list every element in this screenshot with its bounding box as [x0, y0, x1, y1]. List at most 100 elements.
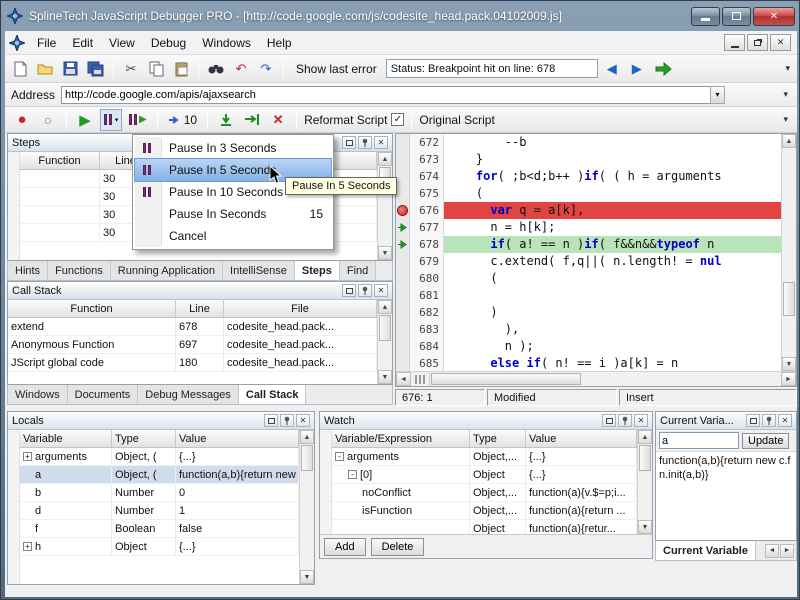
panel-close-button[interactable]: ✕: [634, 414, 648, 427]
panel-close-button[interactable]: ✕: [374, 284, 388, 297]
tab-current-variable[interactable]: Current Variable: [656, 541, 756, 560]
maximize-button[interactable]: [722, 7, 751, 26]
scroll-down-button[interactable]: ▼: [378, 370, 392, 384]
splitter-grip[interactable]: [411, 372, 430, 386]
clear-breakpoint-button[interactable]: ○: [37, 109, 59, 131]
tab-hints[interactable]: Hints: [8, 261, 48, 280]
steps-col-function[interactable]: Function: [20, 152, 100, 169]
code-line[interactable]: 683 ),: [396, 321, 781, 338]
breakpoint-button[interactable]: ●: [11, 109, 33, 131]
go-button[interactable]: [651, 58, 675, 80]
code-line[interactable]: 681: [396, 287, 781, 304]
menu-windows[interactable]: Windows: [194, 33, 259, 53]
panel-pin-button[interactable]: [358, 136, 372, 149]
toolbar-overflow-chevron[interactable]: ▾: [782, 63, 793, 74]
menu-debug[interactable]: Debug: [143, 33, 194, 53]
panel-pin-button[interactable]: [618, 414, 632, 427]
code-line[interactable]: 682 ): [396, 304, 781, 321]
panel-float-button[interactable]: [602, 414, 616, 427]
scroll-down-button[interactable]: ▼: [638, 520, 652, 534]
pause-dropdown-button[interactable]: ▾: [100, 109, 122, 131]
scroll-up-button[interactable]: ▲: [300, 430, 314, 444]
tab-documents[interactable]: Documents: [68, 385, 139, 404]
scrollbar-thumb[interactable]: [639, 445, 651, 471]
code-line-breakpoint[interactable]: 676 var q = a[k],: [396, 202, 781, 219]
scrollbar-thumb[interactable]: [379, 315, 391, 341]
open-file-button[interactable]: [34, 58, 56, 80]
show-last-error-button[interactable]: Show last error: [290, 62, 383, 76]
mdi-close-button[interactable]: ✕: [770, 34, 791, 51]
undo-button[interactable]: ↶: [230, 58, 252, 80]
tab-call-stack[interactable]: Call Stack: [239, 385, 307, 404]
run-button[interactable]: ▶: [74, 109, 96, 131]
watch-row[interactable]: -[0]Object{...}: [332, 466, 637, 484]
new-file-button[interactable]: [9, 58, 31, 80]
code-line[interactable]: 680 (: [396, 270, 781, 287]
locals-row[interactable]: bNumber0: [20, 484, 299, 502]
callstack-row[interactable]: extend678codesite_head.pack...: [8, 318, 377, 336]
cut-button[interactable]: ✂: [120, 58, 142, 80]
close-button[interactable]: ✕: [753, 7, 795, 26]
callstack-scrollbar[interactable]: ▲ ▼: [377, 300, 392, 384]
mdi-minimize-button[interactable]: [724, 34, 745, 51]
tab-windows[interactable]: Windows: [8, 385, 68, 404]
copy-button[interactable]: [145, 58, 167, 80]
scroll-up-button[interactable]: ▲: [782, 134, 796, 148]
step-into-button[interactable]: [215, 109, 237, 131]
locals-scrollbar[interactable]: ▲ ▼: [299, 430, 314, 584]
step-count-button[interactable]: 10: [165, 109, 200, 131]
watch-row[interactable]: Objectfunction(a){retur...: [332, 520, 637, 534]
watch-col-type[interactable]: Type: [470, 430, 526, 447]
scrollbar-thumb[interactable]: [301, 445, 313, 471]
panel-float-button[interactable]: [342, 284, 356, 297]
locals-row[interactable]: fBooleanfalse: [20, 520, 299, 538]
pause-resume-button[interactable]: ▶: [126, 109, 150, 131]
scrollbar-thumb[interactable]: [431, 373, 581, 385]
expand-toggle[interactable]: -: [335, 452, 344, 461]
scroll-right-button[interactable]: ►: [781, 372, 796, 386]
tab-scroll-left-button[interactable]: ◄: [765, 544, 779, 558]
scroll-up-button[interactable]: ▲: [378, 300, 392, 314]
tab-scroll-right-button[interactable]: ►: [780, 544, 794, 558]
callstack-col-function[interactable]: Function: [8, 300, 176, 317]
menu-view[interactable]: View: [101, 33, 143, 53]
watch-scrollbar[interactable]: ▲ ▼: [637, 430, 652, 534]
menu-edit[interactable]: Edit: [64, 33, 101, 53]
toolbar-overflow-chevron[interactable]: ▾: [780, 89, 791, 100]
tab-intellisense[interactable]: IntelliSense: [223, 261, 295, 280]
watch-col-value[interactable]: Value: [526, 430, 637, 447]
watch-col-variable[interactable]: Variable/Expression: [332, 430, 470, 447]
panel-pin-button[interactable]: [358, 284, 372, 297]
pause-seconds-value[interactable]: 15: [310, 207, 323, 221]
scroll-down-button[interactable]: ▼: [378, 246, 392, 260]
locals-row[interactable]: +argumentsObject, ({...}: [20, 448, 299, 466]
navigate-back-button[interactable]: ◀: [601, 58, 623, 80]
callstack-row[interactable]: JScript global code180codesite_head.pack…: [8, 354, 377, 372]
expand-toggle[interactable]: +: [23, 542, 32, 551]
find-button[interactable]: [205, 58, 227, 80]
save-all-button[interactable]: [84, 58, 107, 80]
menu-item-pause-custom[interactable]: Pause In Seconds15: [135, 203, 331, 225]
scroll-up-button[interactable]: ▲: [638, 430, 652, 444]
panel-pin-button[interactable]: [280, 414, 294, 427]
callstack-col-file[interactable]: File: [224, 300, 377, 317]
scroll-up-button[interactable]: ▲: [378, 152, 392, 166]
navigate-forward-button[interactable]: ▶: [626, 58, 648, 80]
expand-toggle[interactable]: -: [348, 470, 357, 479]
tab-debug-messages[interactable]: Debug Messages: [138, 385, 239, 404]
tab-running-application[interactable]: Running Application: [111, 261, 223, 280]
scrollbar-thumb[interactable]: [783, 282, 795, 316]
editor-vertical-scrollbar[interactable]: ▲ ▼: [781, 134, 796, 371]
callstack-row[interactable]: Anonymous Function697codesite_head.pack.…: [8, 336, 377, 354]
watch-delete-button[interactable]: Delete: [371, 538, 425, 556]
update-button[interactable]: Update: [742, 433, 789, 449]
tab-steps[interactable]: Steps: [295, 261, 340, 280]
menu-item-cancel[interactable]: Cancel: [135, 225, 331, 247]
panel-float-button[interactable]: [746, 414, 760, 427]
locals-row-selected[interactable]: ►aObject, (function(a,b){return new c.: [20, 466, 299, 484]
code-line[interactable]: 679 c.extend( f,q||( n.length! = nul: [396, 253, 781, 270]
callstack-col-line[interactable]: Line: [176, 300, 224, 317]
watch-add-button[interactable]: Add: [324, 538, 366, 556]
scroll-left-button[interactable]: ◄: [396, 372, 411, 386]
original-script-label[interactable]: Original Script: [419, 113, 494, 127]
